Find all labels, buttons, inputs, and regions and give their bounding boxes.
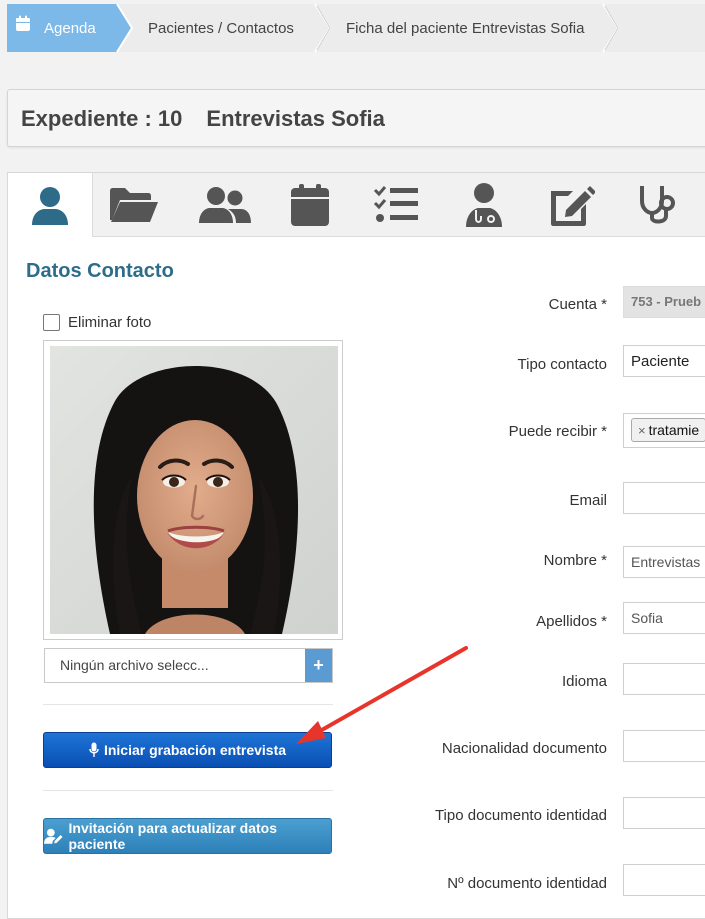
- puede-recibir-label: Puede recibir *: [508, 423, 607, 440]
- edit-icon: [551, 185, 595, 226]
- record-header: Expediente : 10 Entrevistas Sofia: [7, 89, 705, 147]
- divider: [43, 790, 333, 791]
- nacionalidad-select[interactable]: [623, 730, 705, 762]
- nacionalidad-label: Nacionalidad documento: [441, 740, 607, 757]
- tipo-contacto-select[interactable]: Paciente: [623, 345, 705, 377]
- email-field[interactable]: [623, 482, 705, 514]
- tipo-documento-select[interactable]: [623, 797, 705, 829]
- doctor-icon: [466, 182, 502, 227]
- tipo-contacto-label: Tipo contacto: [517, 356, 608, 373]
- delete-photo-checkbox[interactable]: [43, 314, 60, 331]
- email-label: Email: [569, 492, 607, 509]
- tab-medical[interactable]: [616, 173, 700, 236]
- folder-icon: [110, 187, 158, 222]
- breadcrumb-item-label: Pacientes / Contactos: [148, 19, 294, 37]
- breadcrumb-item-label: Ficha del paciente Entrevistas Sofia: [346, 19, 585, 37]
- record-number: Expediente : 10: [21, 106, 183, 131]
- tipo-documento-label: Tipo documento identidad: [434, 807, 607, 824]
- user-icon: [32, 187, 68, 225]
- idioma-label: Idioma: [561, 673, 607, 690]
- tab-tasks[interactable]: [354, 173, 438, 236]
- puede-recibir-multiselect[interactable]: × tratamie: [623, 413, 705, 448]
- remove-tag-icon[interactable]: ×: [638, 423, 646, 438]
- users-icon: [199, 186, 251, 223]
- file-input-text: Ningún archivo selecc...: [60, 657, 209, 673]
- num-documento-field[interactable]: [623, 864, 705, 896]
- tab-notes[interactable]: [529, 173, 613, 236]
- tipo-contacto-value: Paciente: [631, 353, 690, 370]
- record-button-label: Iniciar grabación entrevista: [103, 742, 287, 758]
- add-file-button[interactable]: +: [305, 649, 332, 682]
- nombre-value: Entrevistas: [631, 554, 701, 570]
- tag-label: tratamie: [648, 422, 700, 438]
- patient-panel: Datos Contacto Eliminar foto Ningún arch…: [7, 172, 705, 919]
- nombre-label: Nombre *: [543, 552, 607, 569]
- nombre-field[interactable]: Entrevistas: [623, 546, 705, 578]
- cuenta-label: Cuenta *: [548, 296, 607, 313]
- user-edit-icon: [44, 828, 63, 844]
- cuenta-field: 753 - Prueb: [623, 286, 705, 318]
- delete-photo-option[interactable]: Eliminar foto: [43, 314, 151, 331]
- checklist-icon: [373, 185, 418, 222]
- tab-relatives[interactable]: [182, 173, 266, 236]
- puede-recibir-tag: × tratamie: [631, 418, 705, 442]
- patient-name: Entrevistas Sofia: [206, 106, 385, 131]
- divider: [43, 704, 333, 705]
- patient-portrait-image: [50, 346, 338, 634]
- delete-photo-label: Eliminar foto: [68, 314, 152, 331]
- calendar-icon: [16, 15, 30, 31]
- patient-photo: [50, 346, 338, 634]
- microphone-icon: [89, 742, 99, 757]
- tab-calendar[interactable]: [268, 173, 352, 236]
- apellidos-value: Sofia: [631, 610, 663, 626]
- calendar-icon: [291, 183, 329, 226]
- tab-bar: [8, 173, 705, 237]
- tab-files[interactable]: [92, 173, 176, 236]
- invite-button-label: Invitación para actualizar datos pacient…: [68, 820, 278, 852]
- stethoscope-icon: [640, 185, 675, 223]
- apellidos-label: Apellidos *: [536, 613, 607, 630]
- photo-frame: [43, 340, 343, 640]
- num-documento-label: Nº documento identidad: [447, 875, 607, 892]
- breadcrumb-item-pacientes[interactable]: Pacientes / Contactos: [148, 4, 294, 52]
- breadcrumb-item-ficha[interactable]: Ficha del paciente Entrevistas Sofia: [346, 4, 584, 52]
- tab-contact[interactable]: [8, 173, 93, 237]
- start-interview-recording-button[interactable]: Iniciar grabación entrevista: [43, 732, 332, 768]
- idioma-select[interactable]: [623, 663, 705, 695]
- page-title: Expediente : 10 Entrevistas Sofia: [21, 106, 385, 132]
- section-title: Datos Contacto: [26, 260, 174, 282]
- breadcrumb: Agenda Pacientes / Contactos Ficha del p…: [0, 0, 705, 53]
- cuenta-value: 753 - Prueb: [631, 294, 702, 309]
- apellidos-field[interactable]: Sofia: [623, 602, 705, 634]
- photo-file-input[interactable]: Ningún archivo selecc... +: [44, 648, 333, 683]
- invite-update-data-button[interactable]: Invitación para actualizar datos pacient…: [43, 818, 332, 854]
- tab-doctor[interactable]: [442, 173, 526, 236]
